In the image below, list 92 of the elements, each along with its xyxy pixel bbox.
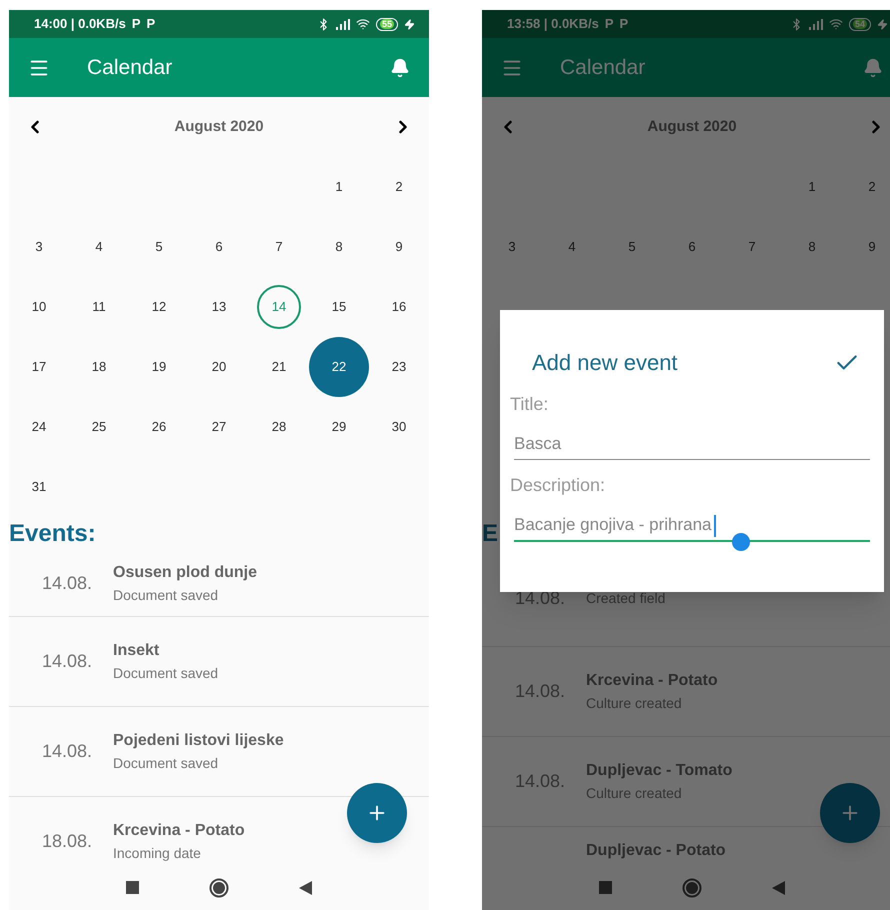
signal-icon — [808, 18, 823, 30]
calendar-day[interactable]: 7 — [730, 225, 774, 269]
charging-icon — [877, 18, 888, 30]
calendar-day[interactable]: 24 — [17, 405, 61, 449]
calendar-day[interactable]: 23 — [377, 345, 421, 389]
month-title: August 2020 — [647, 116, 737, 137]
calendar-day[interactable]: 21 — [257, 345, 301, 389]
calendar-day[interactable]: 1 — [317, 165, 361, 209]
events-heading: Events: — [9, 522, 96, 546]
event-subtitle: Incoming date — [113, 844, 202, 863]
home-icon[interactable] — [209, 878, 229, 898]
event-title: Osusen plod dunje — [113, 562, 258, 582]
event-date: 14.08. — [42, 741, 92, 761]
calendar-day[interactable]: 15 — [317, 285, 361, 329]
calendar-day[interactable]: 4 — [77, 225, 121, 269]
wifi-icon — [828, 17, 843, 31]
calendar-day[interactable]: 16 — [377, 285, 421, 329]
calendar-day[interactable]: 31 — [17, 465, 61, 509]
calendar-day[interactable]: 19 — [137, 345, 181, 389]
calendar-day[interactable]: 3 — [17, 225, 61, 269]
signal-icon — [336, 18, 350, 30]
events-heading: E — [482, 522, 498, 546]
event-subtitle: Document saved — [113, 586, 220, 604]
back-icon[interactable] — [299, 880, 312, 894]
calendar-day[interactable]: 5 — [137, 225, 181, 269]
event-subtitle: Created field — [586, 588, 666, 608]
calendar-day[interactable]: 10 — [17, 285, 61, 329]
event-subtitle: Document saved — [113, 754, 220, 773]
event-date: 14.08. — [515, 588, 566, 608]
calendar-day[interactable]: 13 — [197, 285, 241, 329]
bell-icon[interactable] — [863, 58, 883, 78]
event-title: Insekt — [113, 641, 160, 661]
calendar-day[interactable]: 20 — [197, 345, 241, 389]
calendar-day[interactable]: 18 — [77, 345, 121, 389]
calendar-day[interactable]: 8 — [790, 225, 834, 269]
event-subtitle: Document saved — [113, 664, 218, 683]
calendar-day[interactable]: 30 — [377, 405, 421, 449]
event-date: 14.08. — [515, 681, 566, 701]
battery-icon: 54 — [848, 18, 871, 30]
event-subtitle: Culture created — [586, 694, 683, 713]
calendar-day[interactable]: 26 — [137, 405, 181, 449]
notification-icon: P — [619, 14, 628, 34]
calendar-day[interactable]: 3 — [490, 225, 534, 269]
calendar-day[interactable]: 9 — [850, 225, 890, 269]
calendar-day[interactable]: 2 — [850, 165, 890, 209]
calendar-day[interactable]: 29 — [317, 405, 361, 449]
event-date: 18.08. — [42, 831, 92, 851]
calendar-day[interactable]: 17 — [17, 345, 61, 389]
status-time: 13:58 | 0.0KB/s — [507, 15, 599, 34]
event-date: 14.08. — [42, 651, 92, 671]
event-row[interactable]: 14.08. Insekt Document saved — [9, 617, 429, 707]
event-title: Krcevina - Potato — [586, 671, 718, 691]
calendar-day[interactable]: 6 — [197, 225, 241, 269]
calendar-day[interactable]: 2 — [377, 165, 421, 209]
event-title: Pojedeni listovi lijeske — [113, 731, 284, 751]
app-title: Calendar — [87, 54, 172, 81]
calendar-day[interactable]: 1 — [790, 165, 834, 209]
calendar-day[interactable]: 27 — [197, 405, 241, 449]
calendar-day[interactable]: 7 — [257, 225, 301, 269]
event-row[interactable]: 14.08. Osusen plod dunje Document saved — [9, 550, 429, 617]
event-title: Dupljevac - Potato — [586, 841, 726, 861]
field-label: Title: — [510, 393, 550, 416]
calendar-day[interactable]: 25 — [77, 405, 121, 449]
calendar-day[interactable]: 9 — [377, 225, 421, 269]
status-time: 14:00 | 0.0KB/s — [34, 15, 126, 34]
calendar-day[interactable]: 4 — [550, 225, 594, 269]
battery-icon: 55 — [376, 18, 398, 30]
charging-icon — [404, 18, 415, 30]
notification-icon: P — [604, 14, 614, 34]
text-field[interactable]: Basca — [514, 432, 870, 460]
event-title: Krcevina - Potato — [113, 821, 245, 841]
notification-icon: P — [146, 14, 156, 34]
calendar-day[interactable]: 12 — [137, 285, 181, 329]
month-title: August 2020 — [174, 116, 264, 137]
calendar-day[interactable]: 22 — [309, 337, 369, 397]
bell-icon[interactable] — [390, 58, 410, 78]
app-title: Calendar — [560, 54, 646, 81]
notification-icon: P — [132, 14, 140, 34]
wifi-icon — [356, 17, 370, 31]
event-title: Dupljevac - Tomato — [586, 761, 732, 781]
event-subtitle: Culture created — [586, 784, 683, 803]
calendar-day[interactable]: 28 — [257, 405, 301, 449]
calendar-day[interactable]: 6 — [670, 225, 714, 269]
calendar-day[interactable]: 8 — [317, 225, 361, 269]
text-cursor — [714, 514, 716, 537]
calendar-day[interactable]: 11 — [77, 285, 121, 329]
event-date: 14.08. — [42, 572, 92, 592]
event-date: 14.08. — [515, 771, 566, 791]
calendar-day[interactable]: 5 — [610, 225, 654, 269]
field-label: Description: — [510, 474, 606, 497]
dialog-title: Add new event — [532, 349, 678, 377]
cursor-handle[interactable] — [732, 533, 750, 551]
